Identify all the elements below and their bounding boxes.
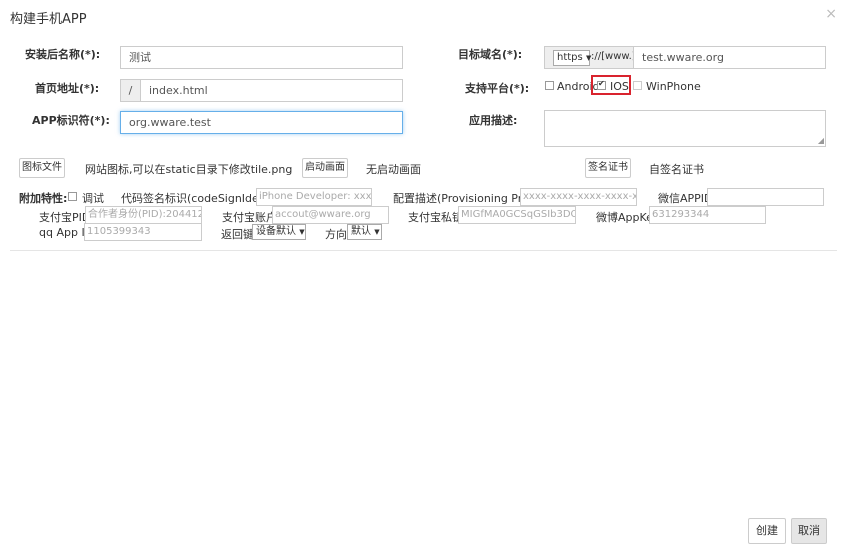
chevron-down-icon: ▼ bbox=[374, 228, 380, 236]
alipay-account-input[interactable]: accout@wware.org bbox=[272, 206, 389, 224]
splash-note: 无启动画面 bbox=[366, 163, 421, 176]
debug-label: 调试 bbox=[82, 192, 104, 205]
android-checkbox[interactable] bbox=[545, 81, 554, 90]
alipay-pid-label: 支付宝PID bbox=[39, 211, 91, 224]
profile-input[interactable]: xxxx-xxxx-xxxx-xxxx-xxxx bbox=[520, 188, 637, 206]
build-app-dialog: 构建手机APP × 安装后名称(*): 测试 首页地址(*): / index.… bbox=[0, 0, 847, 552]
alipay-account-label: 支付宝账户 bbox=[222, 211, 277, 224]
codesign-input[interactable]: iPhone Developer: xxx xxx bbox=[256, 188, 372, 206]
wechat-input[interactable] bbox=[707, 188, 824, 206]
cert-note: 自签名证书 bbox=[649, 163, 704, 176]
install-name-input[interactable]: 测试 bbox=[120, 46, 403, 69]
alipay-key-input[interactable]: MIGfMA0GCSqGSIb3DQEI bbox=[458, 206, 576, 224]
protocol-value: https bbox=[557, 52, 583, 63]
icon-file-button[interactable]: 图标文件 bbox=[19, 158, 65, 178]
orientation-select[interactable]: 默认 ▼ bbox=[347, 224, 382, 240]
app-id-input[interactable]: org.wware.test bbox=[120, 111, 403, 134]
create-button[interactable]: 创建 bbox=[748, 518, 786, 544]
description-label: 应用描述: bbox=[469, 114, 518, 127]
alipay-pid-input[interactable]: 合作者身份(PID):20441214 bbox=[85, 206, 202, 224]
qq-input[interactable]: 1105399343 bbox=[84, 223, 202, 241]
protocol-select[interactable]: https ▼ bbox=[553, 50, 591, 66]
splash-button[interactable]: 启动画面 bbox=[302, 158, 348, 178]
chevron-down-icon: ▼ bbox=[299, 228, 305, 236]
home-url-label: 首页地址(*): bbox=[35, 82, 100, 95]
weibo-input[interactable]: 631293344 bbox=[649, 206, 766, 224]
alipay-key-label: 支付宝私钥 bbox=[408, 211, 463, 224]
description-textarea[interactable]: ◢ bbox=[544, 110, 826, 147]
orientation-value: 默认 bbox=[351, 226, 371, 237]
wechat-label: 微信APPID bbox=[658, 192, 713, 205]
winphone-label: WinPhone bbox=[646, 80, 701, 93]
debug-checkbox[interactable] bbox=[68, 192, 77, 201]
orientation-label: 方向 bbox=[325, 228, 347, 241]
cert-button[interactable]: 签名证书 bbox=[585, 158, 631, 178]
ios-highlight-box bbox=[591, 75, 631, 95]
domain-separator: ://[www.] bbox=[591, 51, 636, 62]
divider bbox=[10, 250, 837, 251]
home-url-input[interactable]: index.html bbox=[140, 79, 403, 102]
home-url-prefix: / bbox=[120, 79, 141, 102]
target-domain-label: 目标域名(*): bbox=[458, 48, 523, 61]
close-icon[interactable]: × bbox=[825, 6, 837, 22]
platform-label: 支持平台(*): bbox=[465, 82, 530, 95]
cancel-button[interactable]: 取消 bbox=[791, 518, 827, 544]
back-key-select[interactable]: 设备默认 ▼ bbox=[252, 224, 306, 240]
extra-label: 附加特性: bbox=[19, 192, 68, 205]
app-id-label: APP标识符(*): bbox=[32, 114, 110, 127]
winphone-checkbox[interactable] bbox=[633, 81, 642, 90]
install-name-label: 安装后名称(*): bbox=[25, 48, 101, 61]
dialog-title: 构建手机APP bbox=[10, 12, 87, 27]
back-key-label: 返回键 bbox=[221, 228, 254, 241]
domain-input[interactable]: test.wware.org bbox=[633, 46, 826, 69]
icon-file-note: 网站图标,可以在static目录下修改tile.png bbox=[85, 163, 293, 176]
back-key-value: 设备默认 bbox=[256, 226, 296, 237]
resize-grip-icon[interactable]: ◢ bbox=[818, 136, 824, 145]
